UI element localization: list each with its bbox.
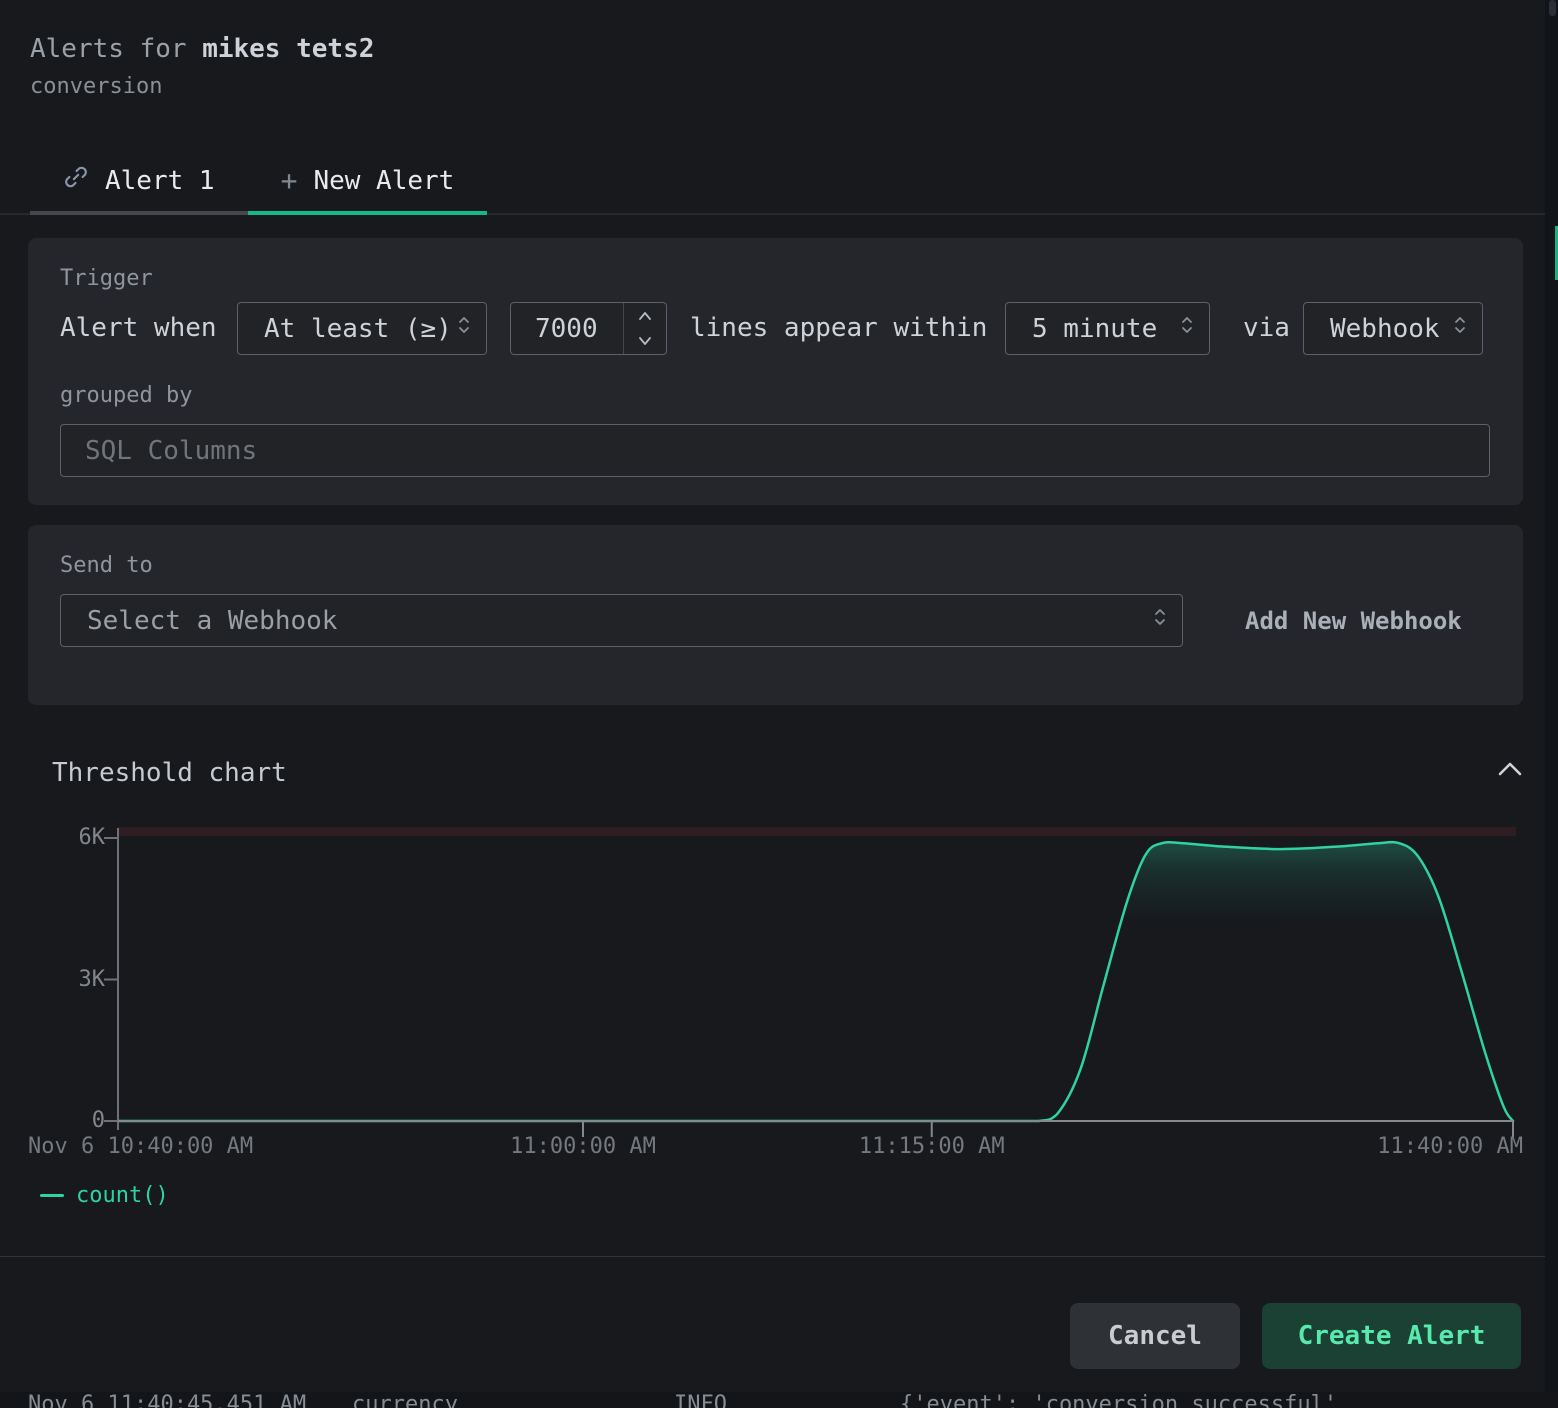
background-log-row: Nov 6 11:40:45.451 AM currency INFO {'ev… — [0, 1392, 1558, 1408]
series-area — [118, 842, 1513, 1121]
footer-divider — [0, 1256, 1545, 1257]
add-new-webhook-button[interactable]: Add New Webhook — [1245, 607, 1462, 635]
modal-title: Alerts for mikes tets2 — [30, 34, 374, 64]
chevron-updown-icon — [1179, 313, 1195, 344]
threshold-band — [118, 827, 1516, 836]
chevron-up-icon — [1497, 761, 1523, 781]
lines-appear-text: lines appear within — [690, 302, 987, 355]
group-by-input[interactable] — [60, 424, 1490, 477]
cancel-button[interactable]: Cancel — [1070, 1303, 1240, 1369]
threshold-input[interactable] — [511, 303, 623, 354]
comparator-select[interactable]: At least (≥) — [237, 302, 487, 355]
scrollbar-thumb[interactable] — [1549, 0, 1556, 16]
chevron-updown-icon — [456, 313, 472, 344]
threshold-chart-title: Threshold chart — [52, 758, 287, 788]
legend-line-swatch — [40, 1194, 64, 1197]
alert-modal: Alerts for mikes tets2 conversion Alert … — [0, 0, 1558, 1408]
x-axis-label: 11:40:00 AM — [1377, 1133, 1523, 1161]
x-axis-labels: Nov 6 10:40:00 AM 11:00:00 AM 11:15:00 AM 1… — [0, 1133, 1558, 1163]
alert-tabs: Alert 1 + New Alert — [30, 150, 487, 215]
alert-when-text: Alert when — [60, 302, 217, 355]
tab-new-alert[interactable]: + New Alert — [248, 150, 488, 215]
send-to-card: Send to Select a Webhook Add New Webhook — [28, 525, 1523, 705]
legend-series-name: count() — [76, 1183, 169, 1208]
trigger-section-label: Trigger — [60, 266, 153, 291]
tab-alert-1[interactable]: Alert 1 — [30, 150, 248, 215]
webhook-select[interactable]: Select a Webhook — [60, 594, 1183, 647]
chevron-updown-icon — [1152, 605, 1168, 636]
stepper-up-button[interactable] — [624, 303, 665, 329]
log-service: currency — [352, 1392, 458, 1408]
y-axis-labels: 0 3K 6K — [0, 805, 105, 1150]
x-axis-label: 11:15:00 AM — [859, 1133, 1005, 1161]
backdrop-edge — [1545, 0, 1558, 1408]
stepper-down-button[interactable] — [624, 329, 665, 355]
log-timestamp: Nov 6 11:40:45.451 AM — [28, 1392, 306, 1408]
tab-new-alert-label: New Alert — [313, 166, 454, 196]
chevron-updown-icon — [1452, 313, 1468, 344]
window-select[interactable]: 5 minute — [1005, 302, 1210, 355]
plus-icon: + — [281, 164, 298, 197]
threshold-chart — [0, 805, 1545, 1150]
grouped-by-label: grouped by — [60, 383, 192, 408]
y-axis — [104, 828, 118, 1130]
x-axis-label: 11:00:00 AM — [510, 1133, 656, 1161]
y-axis-label: 3K — [79, 966, 106, 994]
log-level: INFO — [674, 1392, 727, 1408]
via-text: via — [1243, 302, 1290, 355]
trigger-card: Trigger Alert when At least (≥) lines ap — [28, 238, 1523, 505]
y-axis-label: 0 — [92, 1107, 105, 1135]
tab-alert-1-label: Alert 1 — [105, 166, 215, 196]
channel-select[interactable]: Webhook — [1303, 302, 1483, 355]
create-alert-button[interactable]: Create Alert — [1262, 1303, 1521, 1369]
modal-subtitle: conversion — [30, 74, 162, 99]
log-message: {'event': 'conversion successful' — [900, 1392, 1337, 1408]
y-axis-label: 6K — [79, 824, 106, 852]
source-name: mikes tets2 — [202, 34, 374, 64]
send-to-label: Send to — [60, 553, 153, 578]
threshold-stepper — [623, 303, 665, 354]
x-axis-label: Nov 6 10:40:00 AM — [28, 1133, 253, 1161]
collapse-chart-button[interactable] — [1494, 758, 1526, 784]
threshold-input-group — [510, 302, 667, 355]
link-icon — [63, 164, 89, 197]
legend-item-count[interactable]: count() — [40, 1183, 169, 1208]
